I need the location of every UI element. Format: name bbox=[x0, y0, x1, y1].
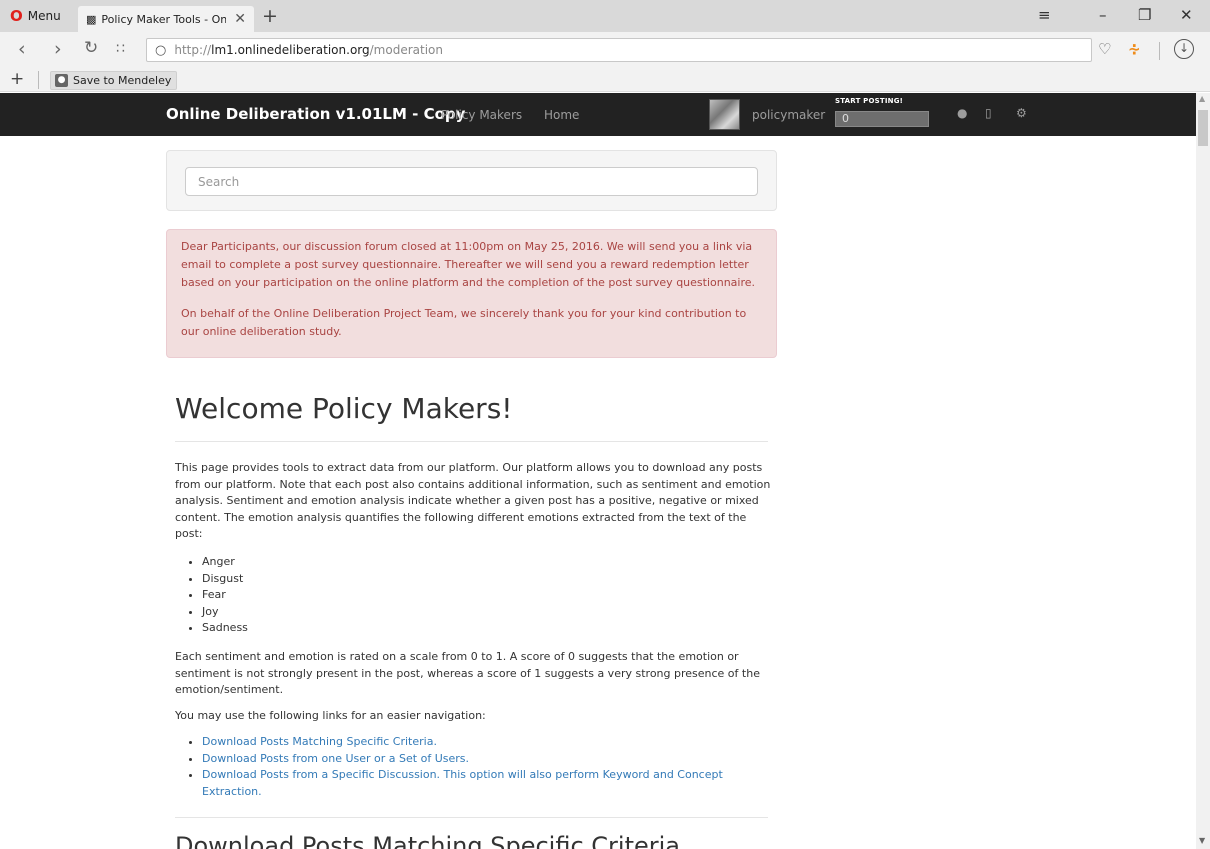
username[interactable]: policymaker bbox=[752, 108, 825, 122]
menu-label: Menu bbox=[27, 9, 61, 23]
tab-title: Policy Maker Tools - Online bbox=[101, 12, 227, 26]
close-tab-icon[interactable]: ✕ bbox=[226, 11, 254, 27]
list-item: Sadness bbox=[202, 620, 775, 637]
browser-tab-bar: O Menu ▩ Policy Maker Tools - Online ✕ +… bbox=[0, 0, 1210, 32]
list-item: Download Posts Matching Specific Criteri… bbox=[202, 734, 775, 751]
link-download-by-user[interactable]: Download Posts from one User or a Set of… bbox=[202, 752, 469, 765]
url-input[interactable]: ○ http://lm1.onlinedeliberation.org/mode… bbox=[146, 38, 1092, 62]
start-posting-label: START POSTING! bbox=[835, 97, 904, 105]
bookmark-save-to-mendeley[interactable]: ● Save to Mendeley bbox=[50, 71, 178, 90]
back-icon[interactable]: ‹ bbox=[18, 38, 26, 60]
minimize-icon[interactable]: – bbox=[1099, 6, 1107, 24]
site-navbar: Online Deliberation v1.01LM - Copy Polic… bbox=[0, 93, 1196, 136]
bookmark-bar: + ● Save to Mendeley bbox=[0, 68, 1210, 92]
opera-logo-icon: O bbox=[10, 7, 23, 25]
divider bbox=[1159, 42, 1160, 60]
navigation-links: Download Posts Matching Specific Criteri… bbox=[175, 734, 775, 800]
document-icon: ▩ bbox=[86, 12, 97, 26]
alert-paragraph-2: On behalf of the Online Deliberation Pro… bbox=[181, 307, 747, 338]
list-item: Download Posts from a Specific Discussio… bbox=[202, 767, 775, 800]
site-brand[interactable]: Online Deliberation v1.01LM - Copy bbox=[166, 105, 465, 123]
scroll-up-icon[interactable]: ▲ bbox=[1199, 94, 1205, 103]
download-icon[interactable]: ↓ bbox=[1174, 39, 1194, 59]
link-download-by-criteria[interactable]: Download Posts Matching Specific Criteri… bbox=[202, 735, 437, 748]
emotion-list: Anger Disgust Fear Joy Sadness bbox=[175, 554, 775, 637]
globe-icon[interactable]: ● bbox=[957, 106, 967, 120]
list-item: Anger bbox=[202, 554, 775, 571]
reload-icon[interactable]: ↻ bbox=[84, 38, 98, 58]
link-download-by-discussion[interactable]: Download Posts from a Specific Discussio… bbox=[202, 768, 723, 798]
inbox-icon[interactable]: ▯ bbox=[985, 106, 992, 120]
intro-paragraph: This page provides tools to extract data… bbox=[175, 461, 771, 540]
alert-paragraph-1: Dear Participants, our discussion forum … bbox=[181, 240, 756, 289]
search-panel bbox=[166, 150, 777, 211]
list-item: Disgust bbox=[202, 571, 775, 588]
close-window-icon[interactable]: ✕ bbox=[1180, 6, 1193, 24]
gear-icon[interactable]: ⚙ bbox=[1016, 106, 1027, 120]
globe-icon: ○ bbox=[155, 42, 167, 58]
opera-menu-button[interactable]: O Menu bbox=[0, 0, 76, 32]
bookmark-label: Save to Mendeley bbox=[73, 74, 172, 87]
page-title: Welcome Policy Makers! bbox=[175, 392, 513, 425]
add-bookmark-icon[interactable]: + bbox=[10, 69, 24, 89]
restore-icon[interactable]: ❐ bbox=[1138, 6, 1151, 24]
forward-icon[interactable]: › bbox=[54, 38, 62, 60]
address-bar: ‹ › ↻ ∷ ○ http://lm1.onlinedeliberation.… bbox=[0, 32, 1210, 68]
list-item: Joy bbox=[202, 604, 775, 621]
mendeley-icon: ● bbox=[55, 74, 68, 87]
divider bbox=[175, 817, 768, 818]
url-host: lm1.onlinedeliberation.org bbox=[211, 43, 370, 57]
section-title: Download Posts Matching Specific Criteri… bbox=[175, 832, 680, 849]
scroll-down-icon[interactable]: ▼ bbox=[1199, 836, 1205, 845]
nav-link-home[interactable]: Home bbox=[544, 108, 579, 122]
new-tab-icon[interactable]: + bbox=[262, 5, 278, 27]
tab-menu-icon[interactable]: ≡ bbox=[1038, 6, 1051, 24]
navigation-paragraph: You may use the following links for an e… bbox=[175, 709, 486, 722]
divider bbox=[175, 441, 768, 442]
list-item: Fear bbox=[202, 587, 775, 604]
url-path: /moderation bbox=[369, 43, 443, 57]
search-input[interactable] bbox=[185, 167, 758, 196]
rss-icon[interactable]: ∻ bbox=[1128, 40, 1141, 58]
active-tab[interactable]: ▩ Policy Maker Tools - Online ✕ bbox=[78, 6, 254, 32]
speed-dial-icon[interactable]: ∷ bbox=[116, 41, 125, 57]
list-item: Download Posts from one User or a Set of… bbox=[202, 751, 775, 768]
scrollbar-thumb[interactable] bbox=[1198, 110, 1208, 146]
heart-icon[interactable]: ♡ bbox=[1098, 40, 1111, 58]
avatar[interactable] bbox=[709, 99, 740, 130]
start-posting-counter[interactable]: 0 bbox=[835, 111, 929, 127]
scale-paragraph: Each sentiment and emotion is rated on a… bbox=[175, 650, 760, 696]
nav-link-policy-makers[interactable]: Policy Makers bbox=[441, 108, 522, 122]
closure-alert: Dear Participants, our discussion forum … bbox=[166, 229, 777, 358]
url-protocol: http:// bbox=[174, 43, 212, 57]
page-scrollbar[interactable] bbox=[1196, 93, 1210, 849]
divider bbox=[38, 71, 39, 89]
